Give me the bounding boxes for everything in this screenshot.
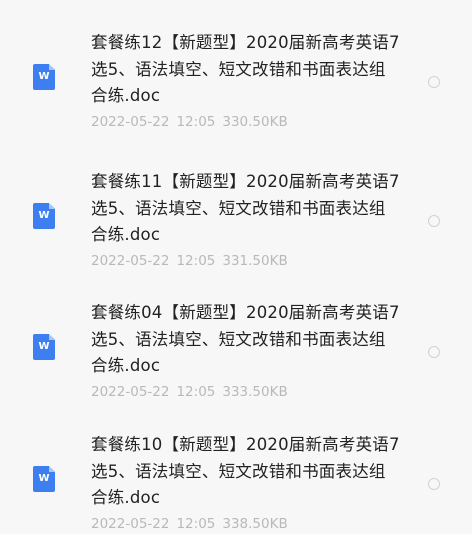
file-list: W 套餐练12【新题型】2020届新高考英语7选5、语法填空、短文改错和书面表达… <box>0 0 472 532</box>
file-time: 12:05 <box>176 384 216 400</box>
file-name: 套餐练10【新题型】2020届新高考英语7选5、语法填空、短文改错和书面表达组合… <box>91 435 400 507</box>
file-date: 2022-05-22 <box>91 516 170 532</box>
file-icon-fold <box>49 203 55 209</box>
file-item[interactable]: W 套餐练10【新题型】2020届新高考英语7选5、语法填空、短文改错和书面表达… <box>0 402 472 534</box>
file-icon-letter: W <box>38 210 50 221</box>
file-icon-fold <box>49 334 55 340</box>
file-meta: 2022-05-22 12:05 338.50KB <box>91 515 288 533</box>
file-item[interactable]: W 套餐练11【新题型】2020届新高考英语7选5、语法填空、短文改错和书面表达… <box>0 139 472 271</box>
file-icon-letter: W <box>38 341 50 352</box>
word-doc-icon: W <box>33 466 55 492</box>
file-size: 333.50KB <box>222 384 288 400</box>
file-time: 12:05 <box>176 516 216 532</box>
file-date: 2022-05-22 <box>91 384 170 400</box>
file-time: 12:05 <box>176 253 216 269</box>
file-size: 331.50KB <box>222 253 288 269</box>
file-meta: 2022-05-22 12:05 331.50KB <box>91 252 288 270</box>
file-meta: 2022-05-22 12:05 333.50KB <box>91 383 288 401</box>
word-doc-icon: W <box>33 64 55 90</box>
select-radio-button[interactable] <box>428 215 440 227</box>
file-icon-fold <box>49 466 55 472</box>
file-icon-letter: W <box>38 71 50 82</box>
file-date: 2022-05-22 <box>91 114 170 130</box>
file-item[interactable]: W 套餐练12【新题型】2020届新高考英语7选5、语法填空、短文改错和书面表达… <box>0 0 472 132</box>
file-icon-fold <box>49 64 55 70</box>
file-meta: 2022-05-22 12:05 330.50KB <box>91 113 288 131</box>
file-size: 338.50KB <box>222 516 288 532</box>
file-icon-letter: W <box>38 473 50 484</box>
select-radio-button[interactable] <box>428 76 440 88</box>
file-name: 套餐练12【新题型】2020届新高考英语7选5、语法填空、短文改错和书面表达组合… <box>91 33 400 105</box>
file-time: 12:05 <box>176 114 216 130</box>
select-radio-button[interactable] <box>428 478 440 490</box>
file-name: 套餐练04【新题型】2020届新高考英语7选5、语法填空、短文改错和书面表达组合… <box>91 303 400 375</box>
file-item[interactable]: W 套餐练04【新题型】2020届新高考英语7选5、语法填空、短文改错和书面表达… <box>0 270 472 402</box>
file-date: 2022-05-22 <box>91 253 170 269</box>
file-size: 330.50KB <box>222 114 288 130</box>
word-doc-icon: W <box>33 334 55 360</box>
select-radio-button[interactable] <box>428 346 440 358</box>
word-doc-icon: W <box>33 203 55 229</box>
file-name: 套餐练11【新题型】2020届新高考英语7选5、语法填空、短文改错和书面表达组合… <box>91 172 400 244</box>
